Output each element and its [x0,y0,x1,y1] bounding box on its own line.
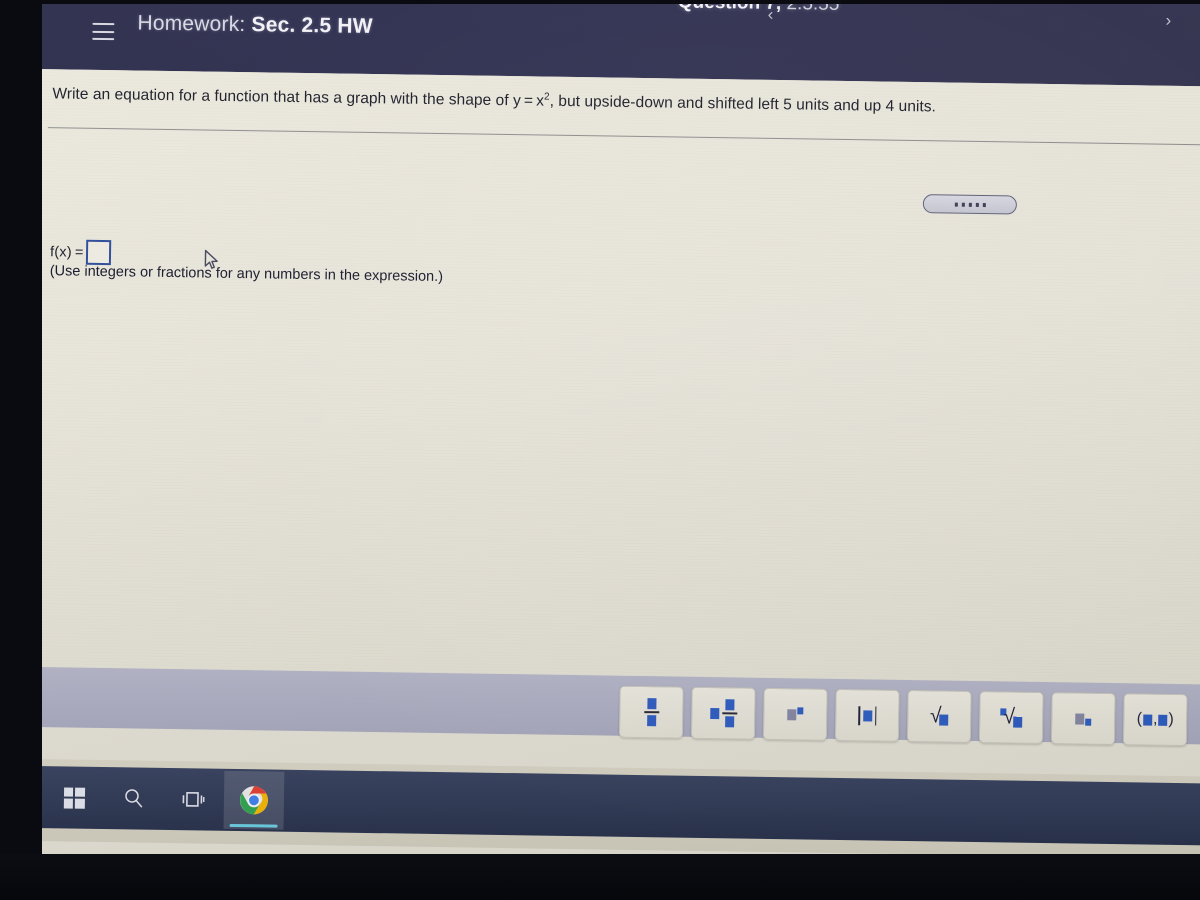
hamburger-line [92,22,115,26]
mixed-number-icon [709,699,737,728]
absolute-value-icon [858,705,877,726]
prompt-text-part1: Write an equation for a function that ha… [52,85,545,110]
homework-label: Homework: [137,11,246,37]
task-view-icon [182,791,205,807]
exponent-button[interactable] [762,687,828,741]
math-palette: √ √ (,) [618,685,1188,747]
answer-input[interactable] [85,239,111,266]
next-question-icon[interactable]: › [1165,11,1171,31]
photographed-screen-scene: Homework: Sec. 2.5 HW ‹ Question 7, 2.5.… [0,0,1200,900]
hamburger-line [92,30,115,33]
nth-root-button[interactable]: √ [978,691,1044,744]
answer-format-note: (Use integers or fractions for any numbe… [49,263,444,286]
exponent-icon [787,706,804,720]
mixed-number-button[interactable] [690,686,756,740]
drag-handle-dots-icon[interactable] [922,194,1017,215]
windows-logo-icon [63,786,85,809]
search-button[interactable] [104,769,165,828]
search-icon [125,789,143,808]
monitor-screen: Homework: Sec. 2.5 HW ‹ Question 7, 2.5.… [25,0,1200,880]
square-root-button[interactable]: √ [906,689,972,743]
chrome-icon [239,786,268,815]
absolute-value-button[interactable] [834,688,900,742]
fraction-button[interactable] [618,685,684,739]
start-button[interactable] [44,768,105,827]
exercise-panel: Write an equation for a function that ha… [25,68,1200,859]
monitor-bezel-bottom [0,854,1200,900]
answer-row: f(x) = [49,239,111,266]
question-prompt: Write an equation for a function that ha… [52,83,1200,122]
task-view-button[interactable] [164,770,225,829]
nth-root-icon: √ [1000,705,1023,728]
handle-dot [975,202,979,207]
handle-dot [968,202,972,207]
homework-name: Sec. 2.5 HW [251,13,373,38]
ordered-pair-icon: (,) [1136,710,1174,728]
handle-dot [954,202,958,207]
hamburger-line [92,37,115,41]
hamburger-icon[interactable] [92,22,115,41]
fraction-icon [643,698,659,727]
ordered-pair-button[interactable]: (,) [1122,693,1188,747]
prompt-divider [47,127,1200,146]
monitor-bezel-left [0,0,42,900]
answer-label: f(x) = [49,243,84,261]
square-root-icon: √ [930,704,949,727]
subscript-icon [1075,712,1092,726]
subscript-button[interactable] [1050,692,1116,746]
chrome-taskbar-button[interactable] [223,770,285,830]
handle-dot [961,202,965,207]
monitor-bezel-top [0,0,1200,4]
handle-dot [982,202,986,207]
homework-title: Homework: Sec. 2.5 HW [137,11,373,38]
prompt-text-part2: , but upside-down and shifted left 5 uni… [549,92,937,116]
